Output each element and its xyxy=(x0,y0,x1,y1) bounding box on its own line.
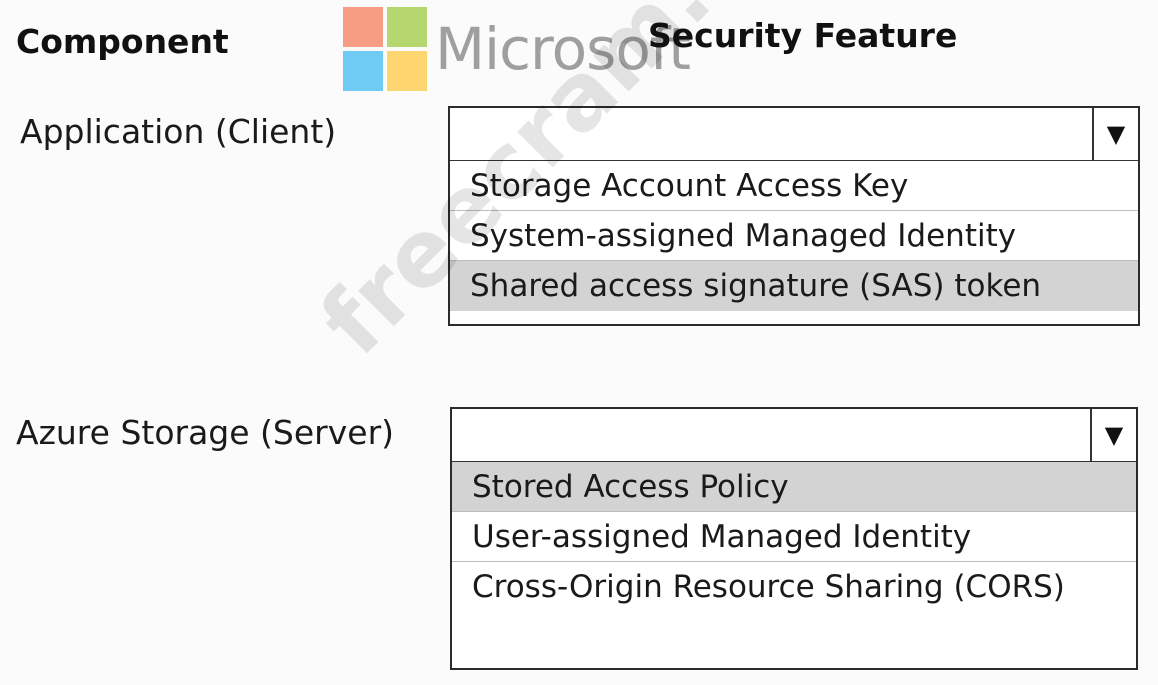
dropdown-option-sas-token[interactable]: Shared access signature (SAS) token xyxy=(450,261,1138,311)
triangle-down-icon[interactable]: ▼ xyxy=(1092,108,1138,160)
microsoft-logo: Microsoft xyxy=(343,7,691,91)
azure-storage-server-label: Azure Storage (Server) xyxy=(16,413,395,452)
logo-square-blue xyxy=(343,51,383,91)
application-client-label: Application (Client) xyxy=(20,112,337,151)
logo-square-red xyxy=(343,7,383,47)
component-column-header: Component xyxy=(16,22,229,61)
dropdown-option-storage-account-access-key[interactable]: Storage Account Access Key xyxy=(450,161,1138,211)
dropdown-selected-field[interactable]: ▼ xyxy=(450,108,1138,161)
dropdown-option-stored-access-policy[interactable]: Stored Access Policy xyxy=(452,462,1136,512)
microsoft-logo-icon xyxy=(343,7,427,91)
azure-storage-server-dropdown[interactable]: ▼ Stored Access Policy User-assigned Man… xyxy=(450,407,1138,670)
dropdown-option-system-assigned-managed-identity[interactable]: System-assigned Managed Identity xyxy=(450,211,1138,261)
dropdown-option-user-assigned-managed-identity[interactable]: User-assigned Managed Identity xyxy=(452,512,1136,562)
triangle-down-icon[interactable]: ▼ xyxy=(1090,409,1136,461)
dropdown-option-cors[interactable]: Cross-Origin Resource Sharing (CORS) xyxy=(452,562,1136,612)
logo-square-yellow xyxy=(387,51,427,91)
dropdown-selected-field[interactable]: ▼ xyxy=(452,409,1136,462)
security-feature-column-header: Security Feature xyxy=(648,16,958,55)
logo-square-green xyxy=(387,7,427,47)
application-client-dropdown[interactable]: ▼ Storage Account Access Key System-assi… xyxy=(448,106,1140,326)
